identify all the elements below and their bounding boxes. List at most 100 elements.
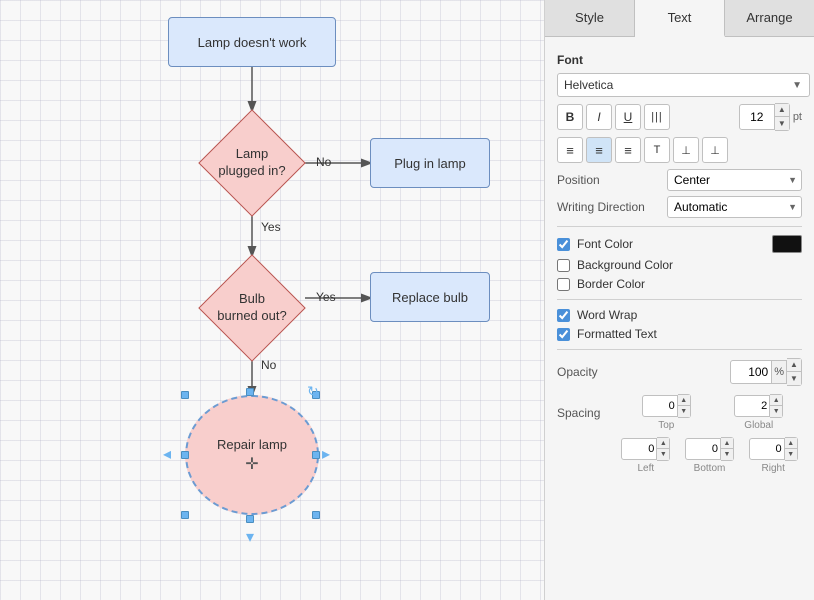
valign-top-btn[interactable]: T [644,137,670,163]
font-size-down[interactable]: ▼ [775,117,789,130]
spacing-left-item: ▲ ▼ Left [617,437,675,474]
align-right-btn[interactable]: ≡ [615,137,641,163]
panel-content: Font Helvetica ▼ B I U ||| ▲ ▼ pt [545,37,814,600]
border-color-row: Border Color [557,277,802,291]
align-left-btn[interactable]: ≡ [557,137,583,163]
font-size-unit: pt [793,111,802,123]
formatted-text-checkbox[interactable] [557,328,570,341]
font-color-checkbox[interactable] [557,238,570,251]
writing-direction-label: Writing Direction [557,200,667,214]
position-select[interactable]: Center Left Right [667,169,802,191]
spacing-right-label: Right [762,463,785,474]
divider-2 [557,299,802,300]
vert-lines-icon[interactable]: ||| [644,104,670,130]
format-row: B I U ||| ▲ ▼ pt [557,103,802,131]
spacing-left-down[interactable]: ▼ [657,449,669,460]
node-replace-bulb[interactable]: Replace bulb [370,272,490,322]
spacing-top-label: Top [658,420,674,431]
node-plug-in-lamp[interactable]: Plug in lamp [370,138,490,188]
spacing-top-item: ▲ ▼ Top [623,394,710,431]
spacing-right-up[interactable]: ▲ [785,438,797,449]
spacing-right-down[interactable]: ▼ [785,449,797,460]
position-row: Position Center Left Right ▼ [557,169,802,191]
handle-br[interactable] [312,511,320,519]
spacing-bottom-input[interactable] [685,438,721,460]
spacing-top-up[interactable]: ▲ [678,395,690,406]
border-color-label: Border Color [577,277,645,291]
rotate-handle[interactable]: ↻ [307,383,319,400]
spacing-left-input[interactable] [621,438,657,460]
spacing-global-input[interactable] [734,395,770,417]
italic-button[interactable]: I [586,104,612,130]
writing-direction-select[interactable]: Automatic Left to Right Right to Left [667,196,802,218]
handle-tl[interactable] [181,391,189,399]
handle-bl[interactable] [181,511,189,519]
opacity-input[interactable] [730,360,772,384]
spacing-right-item: ▲ ▼ Right [744,437,802,474]
spacing-bottom-up[interactable]: ▲ [721,438,733,449]
font-color-row: Font Color [557,235,802,253]
spacing-left-up[interactable]: ▲ [657,438,669,449]
valign-mid-btn[interactable]: ⊥ [673,137,699,163]
spacing-row-1: Spacing ▲ ▼ Top [557,394,802,431]
font-size-input[interactable] [739,104,775,130]
node-bulb-burned[interactable]: Bulb burned out? [195,255,309,361]
no-label-2: No [261,358,276,372]
font-size-up[interactable]: ▲ [775,104,789,117]
node-lamp-doesnt-work[interactable]: Lamp doesn't work [168,17,336,67]
bg-color-row: Background Color [557,258,802,272]
handle-ml[interactable] [181,451,189,459]
word-wrap-checkbox[interactable] [557,309,570,322]
spacing-global-up[interactable]: ▲ [770,395,782,406]
spacing-bottom-down[interactable]: ▼ [721,449,733,460]
opacity-row: Opacity % ▲ ▼ [557,358,802,386]
opacity-input-group: % ▲ ▼ [730,358,802,386]
opacity-down[interactable]: ▼ [787,372,801,385]
handle-tc[interactable] [246,388,254,396]
font-select[interactable]: Helvetica [557,73,810,97]
no-label-1: No [316,155,331,169]
opacity-up[interactable]: ▲ [787,359,801,372]
spacing-left-label: Left [637,463,654,474]
font-section-label: Font [557,53,802,67]
canvas[interactable]: Lamp doesn't work Lamp plugged in? No Ye… [0,0,544,600]
handle-mr[interactable] [312,451,320,459]
opacity-label: Opacity [557,365,730,379]
opacity-spinners: ▲ ▼ [787,358,802,386]
font-size-group: ▲ ▼ pt [739,103,802,131]
tab-style[interactable]: Style [545,0,635,36]
bold-button[interactable]: B [557,104,583,130]
formatted-text-label: Formatted Text [577,327,657,341]
handle-bc[interactable] [246,515,254,523]
underline-button[interactable]: U [615,104,641,130]
spacing-top-down[interactable]: ▼ [678,406,690,417]
arrow-right: ▸ [322,447,330,463]
bg-color-label: Background Color [577,258,673,272]
font-size-spinners: ▲ ▼ [775,103,790,131]
writing-direction-row: Writing Direction Automatic Left to Righ… [557,196,802,218]
valign-bot-btn[interactable]: ⊥ [702,137,728,163]
node-repair-lamp[interactable]: Repair lamp ✛ [185,395,319,515]
align-center-btn[interactable]: ≡ [586,137,612,163]
spacing-row-2: ▲ ▼ Left ▲ ▼ Bottom [557,437,802,474]
spacing-top-input[interactable] [642,395,678,417]
position-label: Position [557,173,667,187]
border-color-checkbox[interactable] [557,278,570,291]
spacing-global-item: ▲ ▼ Global [716,394,803,431]
align-row: ≡ ≡ ≡ T ⊥ ⊥ [557,137,802,163]
spacing-right-input[interactable] [749,438,785,460]
yes-label-1: Yes [261,220,281,234]
font-color-label: Font Color [577,237,633,251]
font-color-swatch[interactable] [772,235,802,253]
bg-color-checkbox[interactable] [557,259,570,272]
formatted-text-row: Formatted Text [557,327,802,341]
spacing-bottom-item: ▲ ▼ Bottom [681,437,739,474]
move-cursor-icon: ✛ [245,454,258,474]
tab-text[interactable]: Text [635,0,725,37]
tab-arrange[interactable]: Arrange [725,0,814,36]
spacing-global-down[interactable]: ▼ [770,406,782,417]
tab-bar: Style Text Arrange [545,0,814,37]
word-wrap-label: Word Wrap [577,308,637,322]
writing-direction-select-wrap: Automatic Left to Right Right to Left ▼ [667,196,802,218]
node-lamp-plugged[interactable]: Lamp plugged in? [195,110,309,216]
